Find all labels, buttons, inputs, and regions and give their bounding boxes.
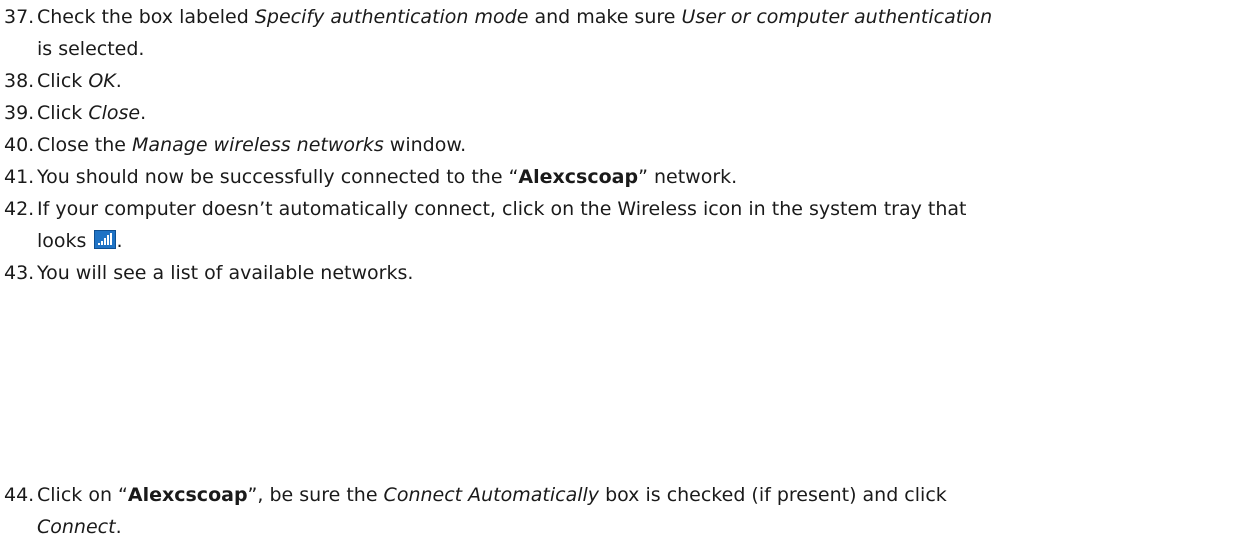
network-name: Alexcscoap bbox=[127, 484, 248, 506]
step-number: 43. bbox=[4, 262, 35, 284]
step-number: 38. bbox=[4, 70, 35, 92]
ui-term: Connect bbox=[37, 516, 116, 538]
step-number: 44. bbox=[4, 484, 35, 506]
step-text: Click Close. bbox=[37, 102, 147, 124]
wireless-signal-icon bbox=[94, 230, 117, 249]
step-number: 39. bbox=[4, 102, 35, 124]
step-text: If your computer doesn’t automatically c… bbox=[37, 198, 967, 220]
step-text: Click OK. bbox=[37, 70, 122, 92]
step-number: 41. bbox=[4, 166, 35, 188]
step-text-continued: looks . bbox=[37, 230, 123, 252]
step-text: You will see a list of available network… bbox=[37, 262, 414, 284]
ui-term: OK bbox=[88, 70, 116, 92]
step-number: 40. bbox=[4, 134, 35, 156]
step-text-continued: Connect. bbox=[37, 516, 122, 538]
ui-term: Specify authentication mode bbox=[254, 6, 529, 28]
ui-term: Close bbox=[88, 102, 141, 124]
step-number: 37. bbox=[4, 6, 35, 28]
step-text: You should now be successfully connected… bbox=[37, 166, 738, 188]
step-text: Check the box labeled Specify authentica… bbox=[37, 6, 993, 28]
ui-term: User or computer authentication bbox=[681, 6, 993, 28]
network-name: Alexcscoap bbox=[518, 166, 639, 188]
step-text: Close the Manage wireless networks windo… bbox=[37, 134, 467, 156]
step-number: 42. bbox=[4, 198, 35, 220]
step-text-continued: is selected. bbox=[37, 38, 145, 60]
ui-term: Connect Automatically bbox=[383, 484, 600, 506]
step-text: Click on “Alexcscoap”, be sure the Conne… bbox=[37, 484, 947, 506]
ui-term: Manage wireless networks bbox=[132, 134, 384, 156]
